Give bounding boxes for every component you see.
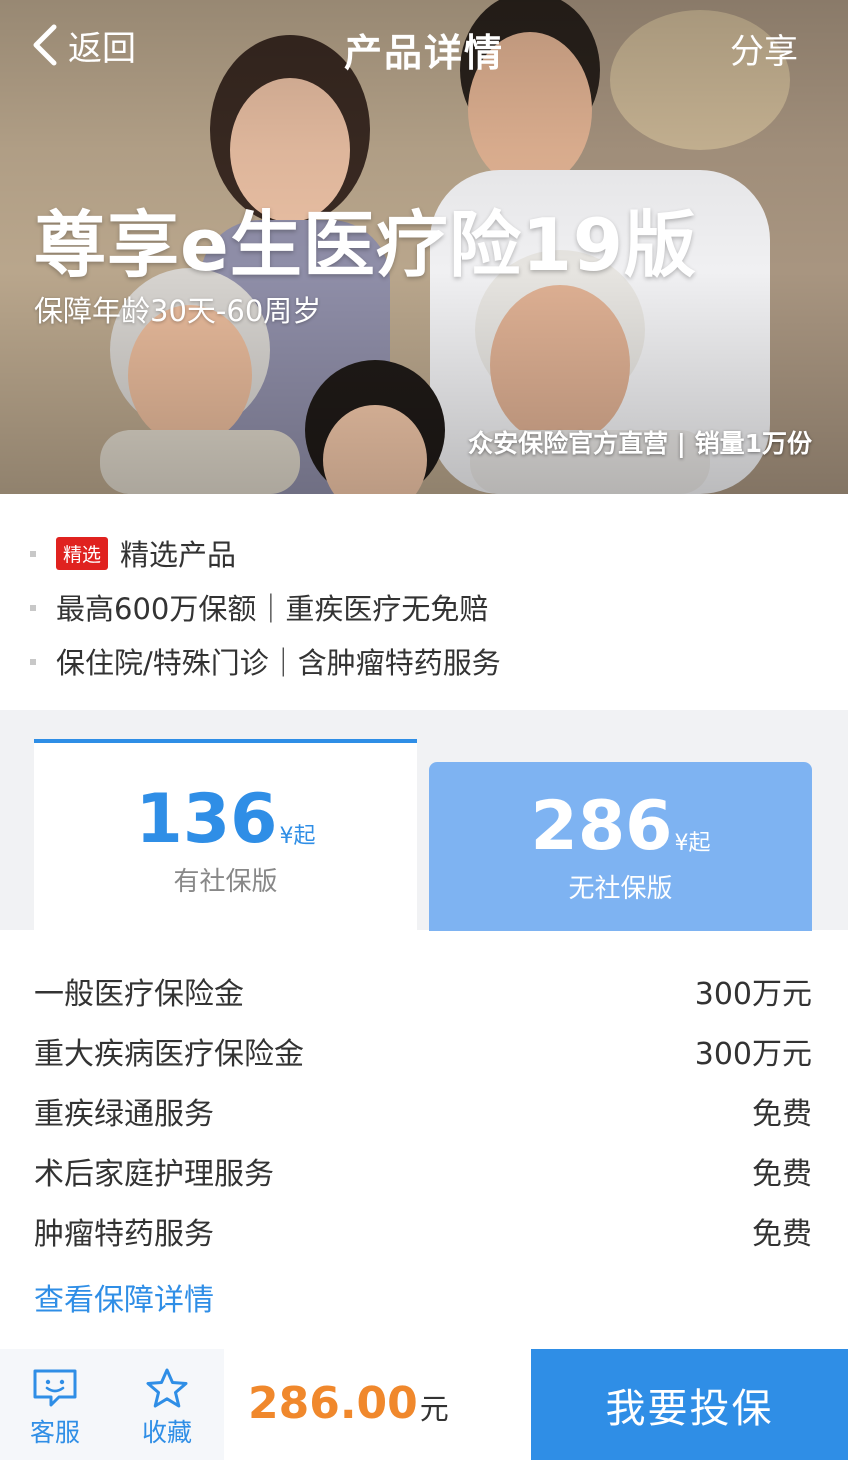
coverage-value: 免费 xyxy=(752,1097,812,1132)
coverage-name: 术后家庭护理服务 xyxy=(34,1157,274,1192)
share-button[interactable]: 分享 xyxy=(730,24,798,73)
customer-service-label: 客服 xyxy=(29,1418,80,1447)
coverage-name: 肿瘤特药服务 xyxy=(34,1217,214,1252)
chat-bubble-icon xyxy=(33,1369,77,1407)
top-nav-bar: 返回 产品详情 分享 xyxy=(0,0,848,90)
plan-price: 286 xyxy=(530,787,673,866)
plan-price-unit: ¥起 xyxy=(674,831,711,856)
plan-price: 136 xyxy=(135,780,278,859)
favorite-label: 收藏 xyxy=(141,1418,192,1447)
star-icon xyxy=(146,1368,188,1408)
feature-text: 最高600万保额｜重疾医疗无免赔 xyxy=(56,592,489,626)
plan-label: 无社保版 xyxy=(568,874,673,904)
feature-item: 最高600万保额｜重疾医疗无免赔 xyxy=(0,580,848,634)
favorite-button[interactable]: 收藏 xyxy=(122,1367,212,1449)
plan-tab-with-social-insurance[interactable]: 136 ¥起 有社保版 xyxy=(34,739,417,931)
bullet-dot xyxy=(30,659,36,665)
price-currency: 元 xyxy=(419,1392,449,1426)
coverage-row: 重大疾病医疗保险金 300万元 xyxy=(34,1021,812,1081)
feature-list: 精选 精选产品 最高600万保额｜重疾医疗无免赔 保住院/特殊门诊｜含肿瘤特药服… xyxy=(0,494,848,710)
coverage-value: 免费 xyxy=(752,1157,812,1192)
age-range: 保障年龄30天-60周岁 xyxy=(34,294,322,328)
hero-banner: 返回 产品详情 分享 尊享e生医疗险19版 保障年龄30天-60周岁 众安保险官… xyxy=(0,0,848,494)
product-name: 尊享e生医疗险19版 xyxy=(34,203,698,287)
plan-label: 有社保版 xyxy=(173,867,278,897)
total-price: 286.00 元 xyxy=(248,1379,449,1429)
coverage-name: 重疾绿通服务 xyxy=(34,1097,214,1132)
bottom-action-bar: 客服 收藏 286.00 元 我要投保 xyxy=(0,1349,848,1460)
view-coverage-details-link[interactable]: 查看保障详情 xyxy=(34,1275,214,1319)
coverage-name: 重大疾病医疗保险金 xyxy=(34,1037,304,1072)
coverage-row: 一般医疗保险金 300万元 xyxy=(34,961,812,1021)
bullet-dot xyxy=(30,551,36,557)
coverage-value: 300万元 xyxy=(694,1037,812,1072)
feature-text: 精选产品 xyxy=(120,538,237,572)
buy-insurance-button[interactable]: 我要投保 xyxy=(531,1349,848,1460)
bottom-icon-group: 客服 收藏 xyxy=(0,1349,224,1460)
plan-tab-without-social-insurance[interactable]: 286 ¥起 无社保版 xyxy=(429,762,812,931)
customer-service-button[interactable]: 客服 xyxy=(10,1367,100,1449)
coverage-row: 重疾绿通服务 免费 xyxy=(34,1081,812,1141)
sales-info: 众安保险官方直营 | 销量1万份 xyxy=(468,429,812,458)
coverage-row: 肿瘤特药服务 免费 xyxy=(34,1201,812,1261)
page-title: 产品详情 xyxy=(343,31,504,75)
coverage-row: 术后家庭护理服务 免费 xyxy=(34,1141,812,1201)
coverage-list: 一般医疗保险金 300万元 重大疾病医疗保险金 300万元 重疾绿通服务 免费 … xyxy=(0,931,848,1349)
coverage-value: 300万元 xyxy=(694,977,812,1012)
price-amount: 286.00 xyxy=(248,1378,418,1429)
feature-item: 精选 精选产品 xyxy=(0,526,848,580)
bullet-dot xyxy=(30,605,36,611)
coverage-value: 免费 xyxy=(752,1217,812,1252)
selected-tag-badge: 精选 xyxy=(56,536,109,570)
plan-price-unit: ¥起 xyxy=(279,824,316,849)
feature-text: 保住院/特殊门诊｜含肿瘤特药服务 xyxy=(56,646,501,680)
coverage-name: 一般医疗保险金 xyxy=(34,977,244,1012)
feature-item: 保住院/特殊门诊｜含肿瘤特药服务 xyxy=(0,634,848,688)
